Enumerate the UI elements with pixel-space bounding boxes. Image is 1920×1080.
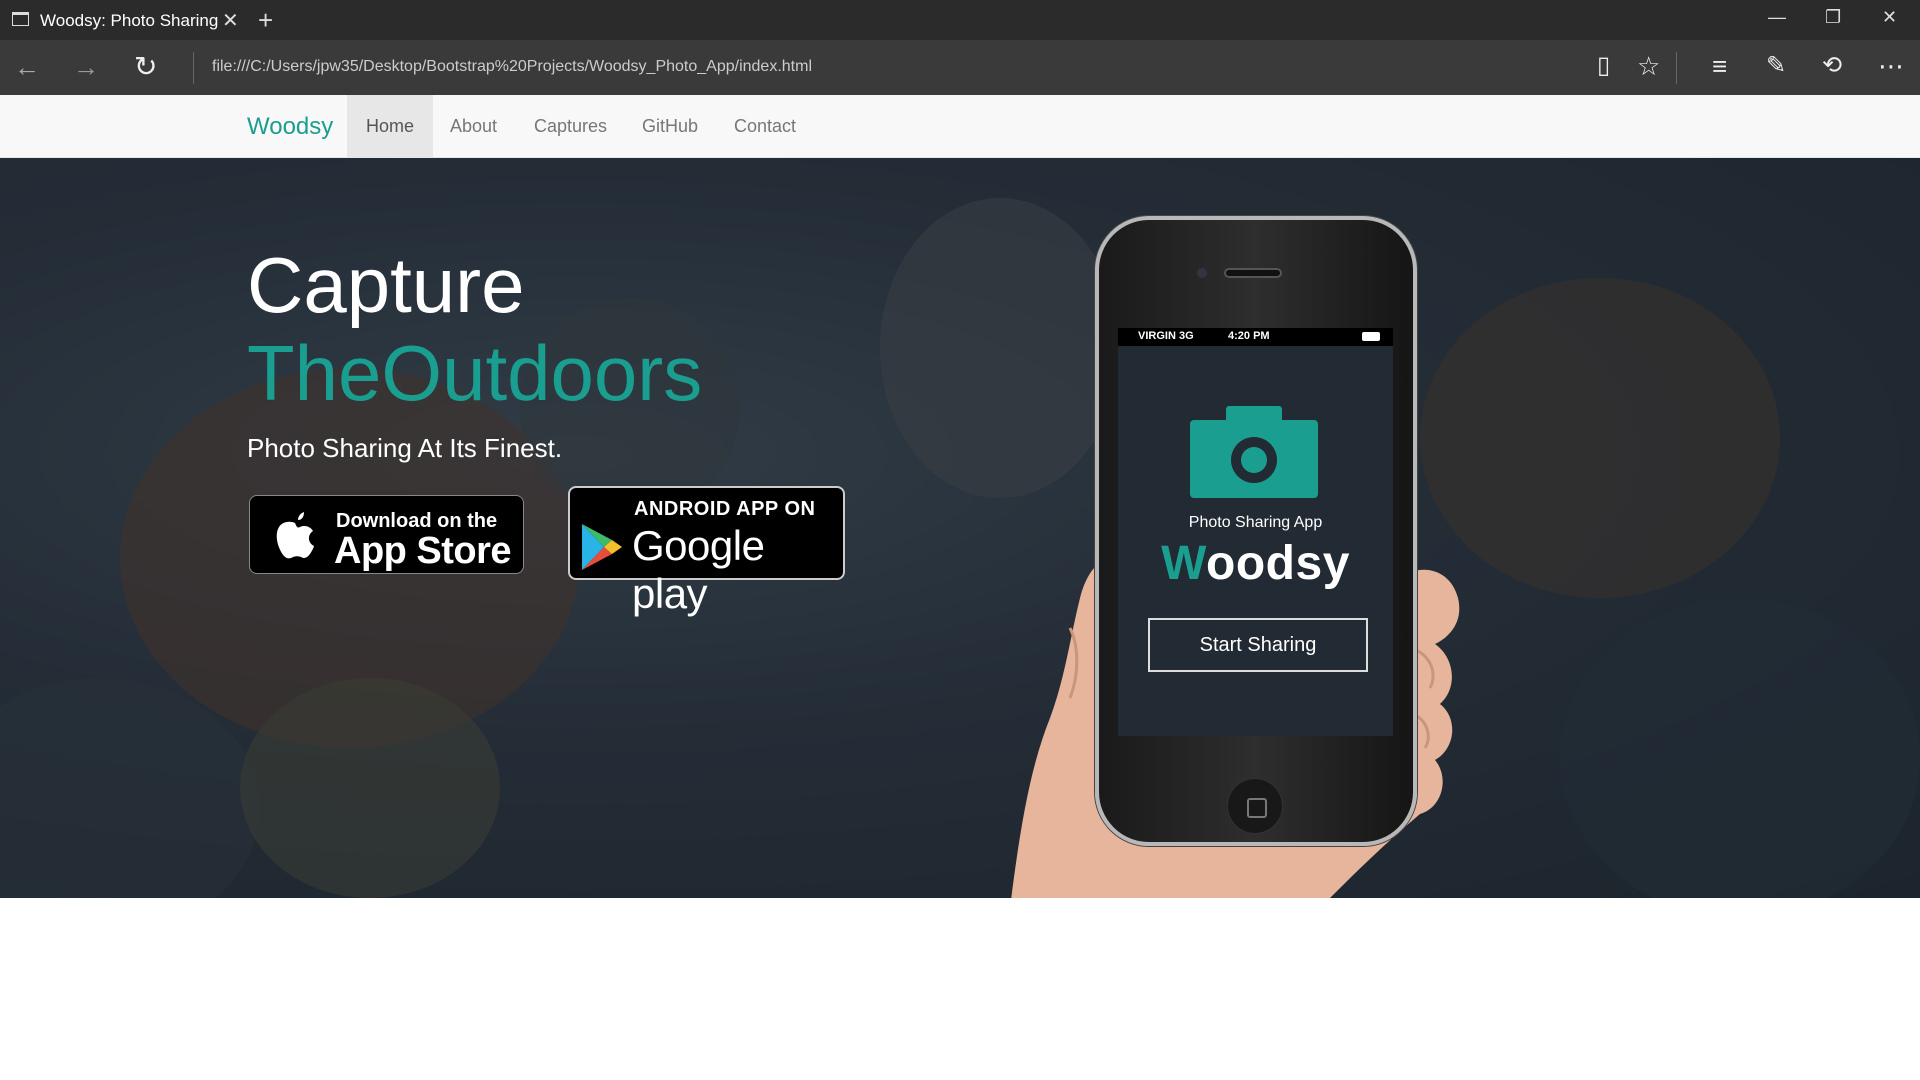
google-play-small-text: ANDROID APP ON	[634, 498, 816, 520]
forward-arrow-icon[interactable]: →	[73, 52, 99, 83]
minimize-icon[interactable]: —	[1768, 7, 1786, 28]
address-divider	[193, 52, 194, 84]
reading-view-icon[interactable]: ▯	[1597, 51, 1610, 80]
nav-contact[interactable]: Contact	[715, 95, 815, 157]
camera-icon	[1190, 406, 1318, 498]
logo-rest: oodsy	[1206, 537, 1350, 590]
hero-title-line1: Capture	[247, 241, 525, 329]
hero-section: Capture TheOutdoors Photo Sharing At Its…	[0, 158, 1920, 898]
nav-about[interactable]: About	[431, 95, 516, 157]
toolbar-divider	[1676, 52, 1677, 84]
more-icon[interactable]: ⋯	[1878, 51, 1904, 82]
phone-time: 4:20 PM	[1228, 330, 1270, 342]
phone-screen: VIRGIN 3G 4:20 PM Photo Sharing App Wood…	[1118, 328, 1393, 736]
battery-icon	[1362, 332, 1380, 341]
app-store-badge[interactable]: Download on the App Store	[249, 495, 524, 574]
nav-home[interactable]: Home	[347, 95, 434, 157]
hub-icon[interactable]: ≡	[1712, 51, 1727, 82]
site-navbar: Woodsy Home About Captures GitHub Contac…	[0, 95, 1920, 158]
logo-first-letter: W	[1161, 537, 1207, 590]
phone-statusbar: VIRGIN 3G 4:20 PM	[1118, 328, 1393, 346]
close-tab-icon[interactable]: ✕	[222, 8, 239, 33]
web-note-icon[interactable]: ✎	[1766, 51, 1786, 80]
carrier-text: VIRGIN 3G	[1138, 330, 1194, 342]
browser-titlebar: Woodsy: Photo Sharing ✕ + — ❐ ✕	[0, 0, 1920, 40]
brand-link[interactable]: Woodsy	[247, 113, 333, 141]
front-camera	[1197, 268, 1207, 278]
nav-captures[interactable]: Captures	[515, 95, 626, 157]
google-play-badge[interactable]: ANDROID APP ON Google play	[568, 486, 845, 617]
hero-title-line2: TheOutdoors	[247, 329, 703, 417]
nav-github[interactable]: GitHub	[623, 95, 717, 157]
back-arrow-icon[interactable]: ←	[14, 52, 40, 83]
hero-tagline: Photo Sharing At Its Finest.	[247, 433, 563, 463]
share-icon[interactable]: ⟲	[1822, 51, 1842, 80]
google-play-icon	[582, 524, 622, 570]
phone-speaker	[1224, 268, 1282, 278]
url-field[interactable]: file:///C:/Users/jpw35/Desktop/Bootstrap…	[212, 58, 812, 76]
new-tab-icon[interactable]: +	[258, 5, 273, 36]
page-icon	[12, 12, 29, 26]
phone-mockup: VIRGIN 3G 4:20 PM Photo Sharing App Wood…	[1095, 216, 1417, 846]
tab-title: Woodsy: Photo Sharing	[40, 11, 219, 30]
app-logo-text: Woodsy	[1118, 536, 1393, 591]
web-page: Woodsy Home About Captures GitHub Contac…	[0, 95, 1920, 1080]
apple-logo-icon	[276, 512, 314, 559]
favorite-star-icon[interactable]: ☆	[1637, 51, 1660, 82]
phone-home-button	[1227, 778, 1283, 834]
app-store-big-text: App Store	[334, 530, 512, 572]
close-window-icon[interactable]: ✕	[1882, 7, 1897, 28]
start-sharing-button[interactable]: Start Sharing	[1148, 618, 1368, 672]
refresh-icon[interactable]: ↻	[134, 50, 157, 83]
address-bar: ← → ↻ file:///C:/Users/jpw35/Desktop/Boo…	[0, 40, 1920, 95]
app-subtitle: Photo Sharing App	[1188, 514, 1323, 531]
google-play-big-text: Google play	[632, 522, 765, 617]
browser-tab[interactable]: Woodsy: Photo Sharing ✕	[0, 0, 252, 40]
restore-icon[interactable]: ❐	[1825, 7, 1841, 28]
